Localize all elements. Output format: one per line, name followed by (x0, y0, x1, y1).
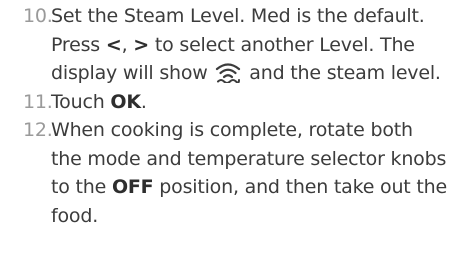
step-number: 10. (23, 5, 53, 27)
step-11: 11. Touch OK. (0, 88, 467, 117)
steam-icon (216, 63, 241, 83)
step-text-part: . (140, 90, 147, 113)
step-10: 10. Set the Steam Level. Med is the defa… (0, 2, 467, 88)
ok-key: OK (110, 90, 141, 113)
step-text-part: and the steam level. (243, 62, 441, 84)
step-number: 12. (23, 119, 53, 141)
next-key: > (133, 33, 150, 56)
step-number: 11. (23, 90, 53, 113)
off-position-label: OFF (111, 176, 154, 198)
step-text: When cooking is complete, rotate both th… (51, 116, 467, 230)
step-text-part: Touch (51, 90, 111, 113)
step-text: Touch OK. (51, 88, 467, 117)
step-text-part: , (121, 33, 134, 56)
instruction-page: 10. Set the Steam Level. Med is the defa… (0, 0, 467, 272)
step-list: 10. Set the Steam Level. Med is the defa… (0, 2, 467, 230)
step-12: 12. When cooking is complete, rotate bot… (0, 116, 467, 230)
previous-key: < (105, 33, 122, 56)
step-text: Set the Steam Level. Med is the default.… (51, 2, 467, 88)
